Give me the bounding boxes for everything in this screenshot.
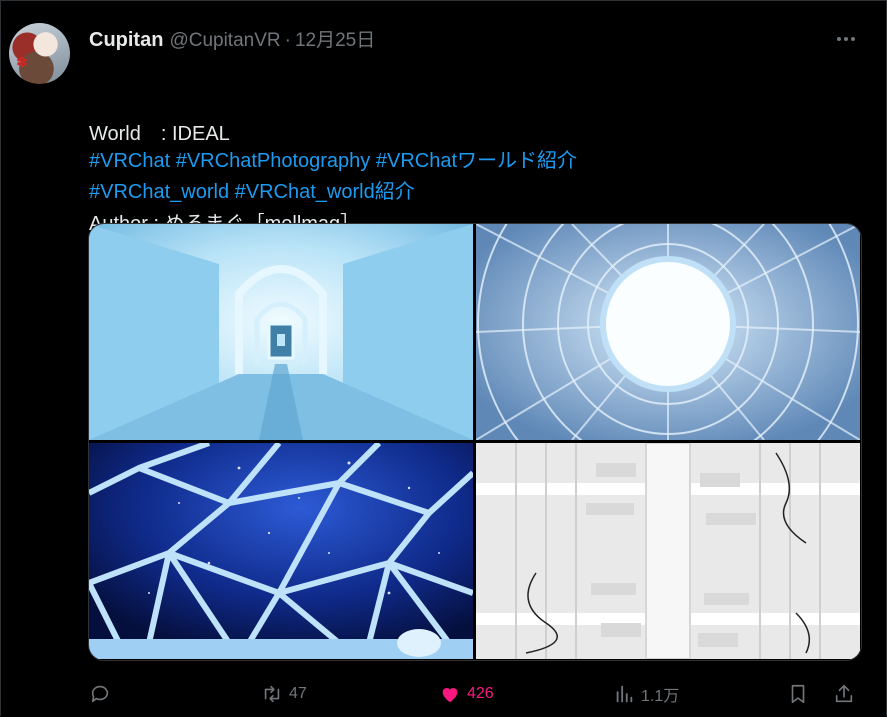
tweet-date[interactable]: 12月25日 bbox=[295, 25, 375, 52]
flower-icon: ✽ bbox=[16, 54, 28, 70]
share-icon bbox=[835, 684, 853, 703]
user-handle[interactable]: @CupitanVR bbox=[169, 30, 280, 52]
tweet-header: Cupitan @CupitanVR · 12月25日 bbox=[89, 25, 375, 51]
tweet-card: ✽ Cupitan @CupitanVR · 12月25日 World : ID… bbox=[0, 0, 887, 716]
hashtag-link[interactable]: #VRChatPhotography bbox=[176, 150, 371, 172]
reply-button[interactable] bbox=[89, 677, 117, 711]
display-name[interactable]: Cupitan bbox=[89, 29, 163, 52]
bookmark-button[interactable] bbox=[787, 677, 809, 711]
hashtag-row: #VRChat_world #VRChat_world紹介 bbox=[89, 177, 577, 208]
share-button[interactable] bbox=[833, 677, 855, 711]
dome-ceiling-photo[interactable] bbox=[476, 224, 860, 440]
retweet-icon bbox=[264, 685, 280, 703]
corridor-photo[interactable] bbox=[89, 224, 473, 440]
hashtag-link[interactable]: #VRChat_world bbox=[89, 181, 229, 203]
hashtag-row: #VRChat #VRChatPhotography #VRChatワールド紹介 bbox=[89, 146, 577, 177]
view-count: 1.1万 bbox=[641, 688, 680, 705]
reply-icon bbox=[91, 685, 109, 703]
retweet-button[interactable]: 47 bbox=[261, 677, 307, 711]
tweet-line-world: World : IDEAL bbox=[89, 123, 230, 145]
like-count: 426 bbox=[467, 685, 494, 702]
retweet-count: 47 bbox=[289, 685, 307, 702]
hashtag-link[interactable]: #VRChat bbox=[89, 150, 170, 172]
views-button[interactable]: 1.1万 bbox=[613, 677, 679, 711]
views-icon bbox=[616, 685, 633, 703]
like-icon bbox=[442, 688, 458, 703]
hashtags: #VRChat #VRChatPhotography #VRChatワールド紹介… bbox=[89, 146, 577, 208]
separator-dot: · bbox=[284, 30, 291, 51]
like-button[interactable]: 426 bbox=[439, 677, 494, 711]
bookmark-icon bbox=[791, 684, 805, 704]
media-grid bbox=[88, 223, 862, 661]
more-icon[interactable] bbox=[830, 27, 862, 51]
action-bar: 47 426 1.1万 bbox=[89, 677, 859, 711]
white-tower-photo[interactable] bbox=[476, 443, 860, 659]
hashtag-link[interactable]: #VRChat_world紹介 bbox=[235, 181, 415, 203]
starry-dome-photo[interactable] bbox=[89, 443, 473, 659]
avatar[interactable]: ✽ bbox=[9, 23, 70, 84]
hashtag-link[interactable]: #VRChatワールド紹介 bbox=[376, 150, 577, 172]
